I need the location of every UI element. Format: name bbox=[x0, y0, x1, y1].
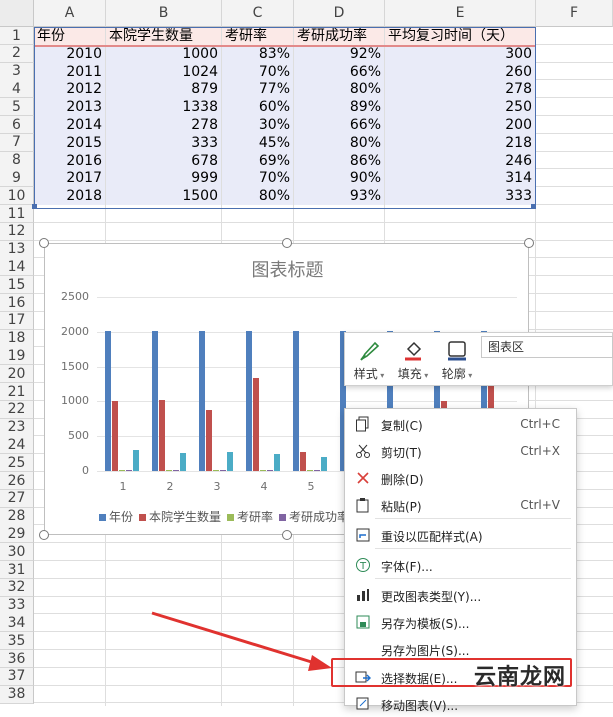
arrow-annotation bbox=[151, 611, 332, 671]
watermark: 云南龙网 bbox=[474, 665, 567, 690]
